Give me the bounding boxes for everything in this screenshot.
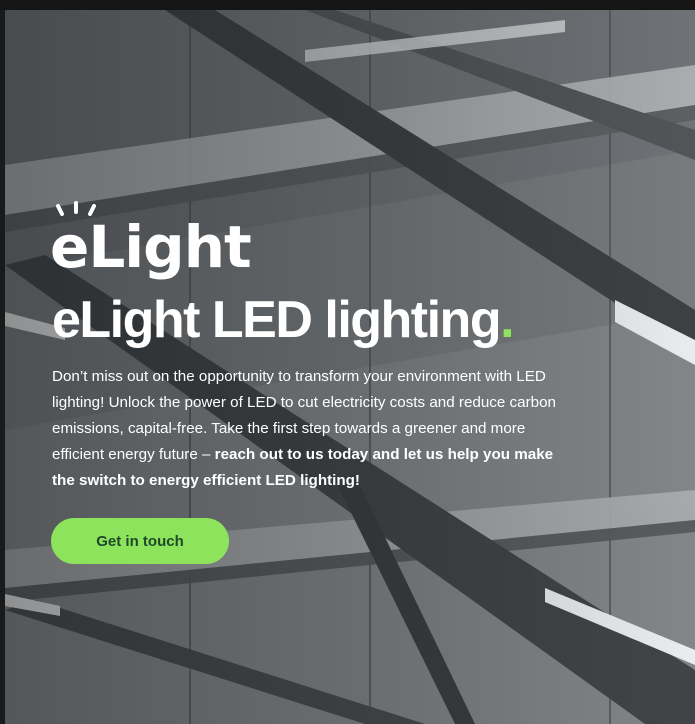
brand-logo: eLight bbox=[50, 196, 252, 281]
hero-headline-text: eLight LED lighting bbox=[52, 291, 502, 349]
top-bar bbox=[0, 0, 695, 10]
get-in-touch-button[interactable]: Get in touch bbox=[51, 518, 229, 564]
hero-headline: eLight LED lighting. bbox=[52, 291, 515, 349]
brand-logo-text: eLight bbox=[50, 213, 252, 281]
hero-description: Don’t miss out on the opportunity to tra… bbox=[52, 364, 562, 494]
headline-accent-dot: . bbox=[500, 291, 514, 349]
